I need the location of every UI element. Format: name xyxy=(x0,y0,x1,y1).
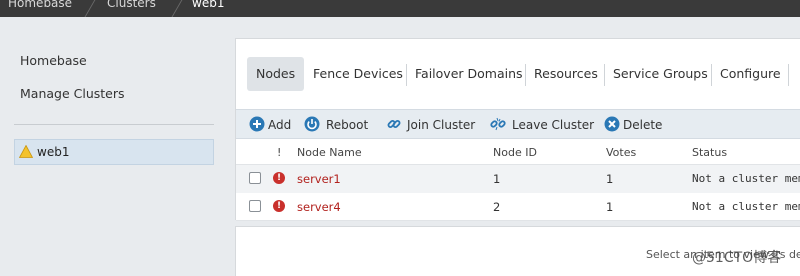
broken-link-icon xyxy=(490,117,506,131)
node-name-link[interactable]: server4 xyxy=(297,200,341,214)
node-votes: 1 xyxy=(606,200,614,214)
table-header: ! Node Name Node ID Votes Status xyxy=(236,139,800,165)
breadcrumb-current: web1 xyxy=(192,0,225,10)
column-header-status-flag[interactable]: ! xyxy=(277,146,281,159)
node-id: 2 xyxy=(493,200,501,214)
delete-icon xyxy=(604,116,620,132)
toolbar: Add Reboot Join Cluster Leave Cluster De… xyxy=(236,109,800,139)
tab-configure[interactable]: Configure xyxy=(711,57,790,91)
node-status: Not a cluster membe xyxy=(692,200,800,213)
tab-resources[interactable]: Resources xyxy=(525,57,607,91)
table-row[interactable]: ! server4 2 1 Not a cluster membe xyxy=(236,193,800,221)
power-icon xyxy=(304,116,320,132)
watermark: @51CTO博客 xyxy=(692,250,782,266)
join-cluster-label: Join Cluster xyxy=(407,118,476,132)
column-header-node-name[interactable]: Node Name xyxy=(297,146,362,159)
sidebar-cluster-item[interactable]: web1 xyxy=(14,139,214,165)
node-status: Not a cluster membe xyxy=(692,172,800,185)
column-header-node-id[interactable]: Node ID xyxy=(493,146,537,159)
row-checkbox[interactable] xyxy=(249,172,261,184)
breadcrumb-clusters[interactable]: Clusters xyxy=(107,0,156,17)
add-label: Add xyxy=(268,118,292,132)
tab-service-groups[interactable]: Service Groups xyxy=(604,57,717,91)
tab-separator xyxy=(788,64,789,86)
cluster-name: web1 xyxy=(37,145,70,159)
tab-failover-domains[interactable]: Failover Domains xyxy=(406,57,532,91)
table-row[interactable]: ! server1 1 1 Not a cluster membe xyxy=(236,165,800,193)
delete-label: Delete xyxy=(623,118,663,132)
node-id: 1 xyxy=(493,172,501,186)
sidebar-link-homebase[interactable]: Homebase xyxy=(20,53,87,68)
reboot-label: Reboot xyxy=(326,118,369,132)
link-icon xyxy=(387,120,401,128)
column-header-status[interactable]: Status xyxy=(692,146,727,159)
tab-bar: Nodes Fence Devices Failover Domains Res… xyxy=(236,39,800,103)
sidebar-divider xyxy=(14,124,214,125)
error-icon: ! xyxy=(273,200,285,212)
warning-icon xyxy=(19,145,33,158)
sidebar-link-manage-clusters[interactable]: Manage Clusters xyxy=(20,86,125,101)
node-votes: 1 xyxy=(606,172,614,186)
add-icon xyxy=(249,116,265,132)
breadcrumb-separator xyxy=(168,0,183,17)
sidebar: Homebase Manage Clusters web1 xyxy=(0,17,232,276)
leave-cluster-label: Leave Cluster xyxy=(512,118,595,132)
tab-fence-devices[interactable]: Fence Devices xyxy=(304,57,412,91)
column-header-votes[interactable]: Votes xyxy=(606,146,636,159)
row-checkbox[interactable] xyxy=(249,200,261,212)
tab-nodes[interactable]: Nodes xyxy=(247,57,305,91)
breadcrumb-separator xyxy=(81,0,96,17)
nodes-panel: Nodes Fence Devices Failover Domains Res… xyxy=(235,38,800,221)
error-icon: ! xyxy=(273,172,285,184)
breadcrumb: Homebase Clusters web1 xyxy=(0,0,800,17)
breadcrumb-homebase[interactable]: Homebase xyxy=(8,0,72,17)
node-name-link[interactable]: server1 xyxy=(297,172,341,186)
